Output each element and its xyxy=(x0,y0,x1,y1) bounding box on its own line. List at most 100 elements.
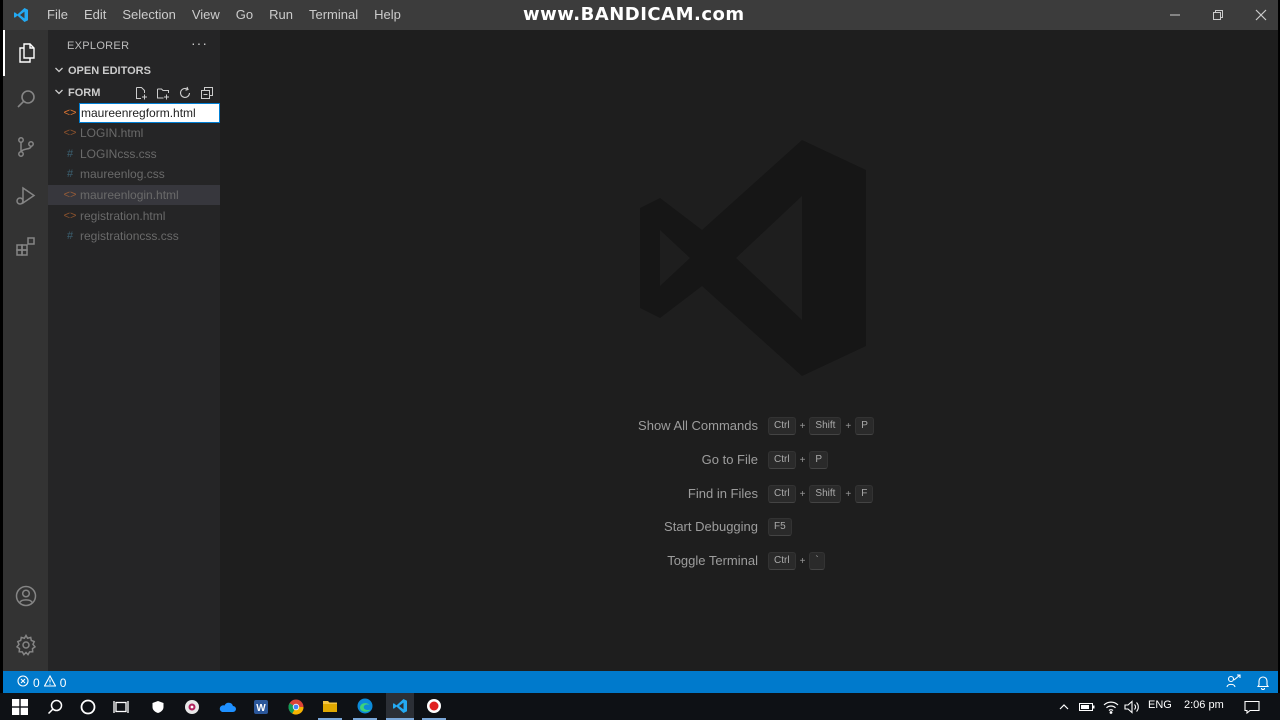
html-file-icon: <> xyxy=(63,107,77,119)
vscode-logo-icon xyxy=(3,0,39,30)
chrome-icon[interactable] xyxy=(284,693,308,720)
shortcut-show-all-commands: Show All Commands Ctrl + Shift + P xyxy=(220,415,1278,437)
error-icon xyxy=(17,675,29,690)
menu-file[interactable]: File xyxy=(39,0,76,30)
windows-taskbar: W ENG 2:06 pm xyxy=(0,693,1280,720)
menu-bar: File Edit Selection View Go Run Terminal… xyxy=(39,0,409,30)
new-folder-icon[interactable] xyxy=(154,85,172,101)
svg-text:W: W xyxy=(256,703,266,714)
search-icon[interactable] xyxy=(3,76,48,122)
html-file-icon: <> xyxy=(63,127,77,139)
open-editors-section[interactable]: OPEN EDITORS xyxy=(48,60,220,82)
shortcut-label: Show All Commands xyxy=(638,418,758,433)
shortcut-go-to-file: Go to File Ctrl + P xyxy=(220,449,1278,471)
shortcut-label: Toggle Terminal xyxy=(667,553,758,568)
wifi-icon[interactable] xyxy=(1101,693,1121,720)
menu-view[interactable]: View xyxy=(184,0,228,30)
error-count: 0 xyxy=(33,675,40,690)
title-bar: File Edit Selection View Go Run Terminal… xyxy=(3,0,1278,30)
key-ctrl: Ctrl xyxy=(768,485,796,503)
warning-icon xyxy=(43,674,57,690)
file-item[interactable]: # maureenlog.css xyxy=(48,164,220,184)
more-actions-icon[interactable]: ··· xyxy=(191,35,208,51)
volume-icon[interactable] xyxy=(1122,693,1142,720)
close-button[interactable] xyxy=(1239,0,1278,30)
key-shift: Shift xyxy=(809,485,842,503)
html-file-icon: <> xyxy=(63,210,77,222)
edge-icon[interactable] xyxy=(353,693,377,720)
activity-bar xyxy=(3,30,48,671)
shortcut-start-debugging: Start Debugging F5 xyxy=(220,516,1278,538)
shortcut-label: Find in Files xyxy=(687,486,758,501)
key-p: P xyxy=(809,451,829,469)
folder-label: FORM xyxy=(68,87,101,99)
media-app-icon[interactable] xyxy=(180,693,204,720)
extensions-icon[interactable] xyxy=(3,223,48,269)
problems-indicator[interactable]: 0 0 xyxy=(17,674,66,690)
file-name: LOGIN.html xyxy=(80,126,144,140)
key-f5: F5 xyxy=(768,518,792,536)
feedback-icon[interactable] xyxy=(1226,674,1242,693)
collapse-all-icon[interactable] xyxy=(198,85,216,101)
notifications-bell-icon[interactable] xyxy=(1255,674,1271,693)
input-language[interactable]: ENG xyxy=(1148,699,1172,711)
windows-start-icon[interactable] xyxy=(8,693,32,720)
new-file-icon[interactable] xyxy=(132,85,150,101)
css-file-icon: # xyxy=(66,230,74,242)
css-file-icon: # xyxy=(66,148,74,160)
file-name: maureenlogin.html xyxy=(80,188,179,202)
explorer-icon[interactable] xyxy=(3,30,48,76)
clock[interactable]: 2:06 pm xyxy=(1184,699,1224,711)
folder-section[interactable]: FORM xyxy=(48,82,220,104)
taskbar-search-icon[interactable] xyxy=(43,693,67,720)
refresh-icon[interactable] xyxy=(176,85,194,101)
menu-go[interactable]: Go xyxy=(228,0,261,30)
file-name: registrationcss.css xyxy=(80,229,179,243)
file-item[interactable]: <> LOGIN.html xyxy=(48,123,220,143)
menu-edit[interactable]: Edit xyxy=(76,0,114,30)
restore-button[interactable] xyxy=(1196,0,1240,30)
menu-help[interactable]: Help xyxy=(366,0,409,30)
cortana-icon[interactable] xyxy=(76,693,100,720)
shortcut-label: Go to File xyxy=(701,452,758,467)
accounts-icon[interactable] xyxy=(3,573,48,619)
status-bar: 0 0 xyxy=(3,671,1278,693)
settings-gear-icon[interactable] xyxy=(3,622,48,668)
menu-terminal[interactable]: Terminal xyxy=(301,0,366,30)
html-file-icon: <> xyxy=(63,189,77,201)
open-editors-label: OPEN EDITORS xyxy=(68,65,151,77)
key-shift: Shift xyxy=(809,417,842,435)
key-ctrl: Ctrl xyxy=(768,552,796,570)
chevron-down-icon xyxy=(50,87,68,99)
onedrive-icon[interactable] xyxy=(215,693,239,720)
file-explorer-icon[interactable] xyxy=(318,693,342,720)
key-ctrl: Ctrl xyxy=(768,451,796,469)
shortcut-label: Start Debugging xyxy=(664,519,758,534)
run-debug-icon[interactable] xyxy=(3,173,48,219)
tray-expand-chevron-icon[interactable] xyxy=(1055,693,1073,720)
explorer-title: EXPLORER xyxy=(67,40,130,52)
word-icon[interactable]: W xyxy=(249,693,273,720)
minimize-button[interactable] xyxy=(1153,0,1197,30)
bandicam-watermark: www.BANDICAM.com xyxy=(523,4,745,25)
editor-area: Show All Commands Ctrl + Shift + P Go to F… xyxy=(220,30,1278,671)
menu-run[interactable]: Run xyxy=(261,0,301,30)
file-name: registration.html xyxy=(80,209,166,223)
action-center-icon[interactable] xyxy=(1240,693,1264,720)
file-item-selected[interactable]: <> maureenlogin.html xyxy=(48,185,220,205)
vscode-taskbar-icon[interactable] xyxy=(386,693,414,720)
source-control-icon[interactable] xyxy=(3,124,48,170)
bandicam-record-icon[interactable] xyxy=(422,693,446,720)
file-name: LOGINcss.css xyxy=(80,147,157,161)
menu-selection[interactable]: Selection xyxy=(114,0,183,30)
battery-icon[interactable] xyxy=(1077,693,1097,720)
key-ctrl: Ctrl xyxy=(768,417,796,435)
file-item[interactable]: # LOGINcss.css xyxy=(48,144,220,164)
css-file-icon: # xyxy=(66,168,74,180)
shortcut-toggle-terminal: Toggle Terminal Ctrl + ` xyxy=(220,550,1278,572)
security-shield-icon[interactable] xyxy=(146,693,170,720)
file-item[interactable]: <> registration.html xyxy=(48,206,220,226)
file-item[interactable]: # registrationcss.css xyxy=(48,226,220,246)
filename-input[interactable]: maureenregform.html xyxy=(79,103,220,123)
task-view-icon[interactable] xyxy=(109,693,133,720)
